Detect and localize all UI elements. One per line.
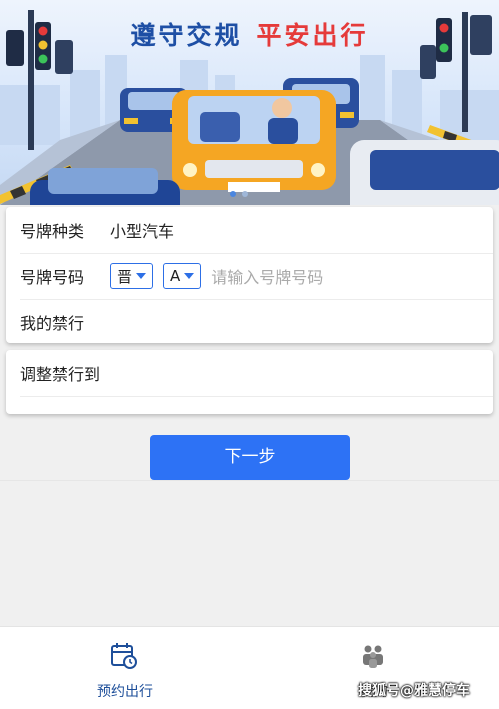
chevron-down-icon [184,273,195,279]
divider [0,480,499,481]
users-icon [363,645,383,668]
tab-reservation[interactable]: 预约出行 [45,627,205,709]
province-select[interactable]: 晋 [110,263,154,289]
vehicle-info-card: 号牌种类 小型汽车 号牌号码 晋 A 请输入号牌号码 我的禁行 [6,207,493,343]
plate-type-label: 号牌种类 [20,222,85,241]
slogan-left: 遵守交规 [130,21,243,50]
plate-type-row[interactable]: 号牌种类 小型汽车 [20,207,493,254]
chevron-down-icon [136,273,147,279]
tab-reservation-label: 预约出行 [97,684,153,700]
banner-slogan: 遵守交规 平安出行 [0,16,499,52]
plate-number-label: 号牌号码 [20,268,85,287]
province-value: 晋 [117,267,133,286]
carousel-dot[interactable] [242,191,248,197]
adjust-restriction-card: 调整禁行到 [6,350,493,414]
plate-number-row: 号牌号码 晋 A 请输入号牌号码 [20,253,493,300]
plate-number-input[interactable]: 请输入号牌号码 [211,264,323,288]
my-restriction-label: 我的禁行 [20,314,85,333]
plate-type-value[interactable]: 小型汽车 [110,218,174,242]
next-button[interactable]: 下一步 [150,435,350,480]
watermark: 搜狐号@雅慧停车 [358,683,470,699]
slogan-right: 平安出行 [256,21,369,50]
carousel-dots[interactable] [230,182,254,201]
my-restriction-row[interactable]: 我的禁行 [20,299,493,345]
adjust-restriction-row[interactable]: 调整禁行到 [20,350,493,397]
calendar-clock-icon [111,643,137,669]
adjust-restriction-label: 调整禁行到 [20,365,101,384]
banner-illustration: 遵守交规 平安出行 [0,0,499,205]
letter-value: A [170,267,181,285]
carousel-dot-active[interactable] [230,191,236,197]
letter-select[interactable]: A [163,263,202,289]
